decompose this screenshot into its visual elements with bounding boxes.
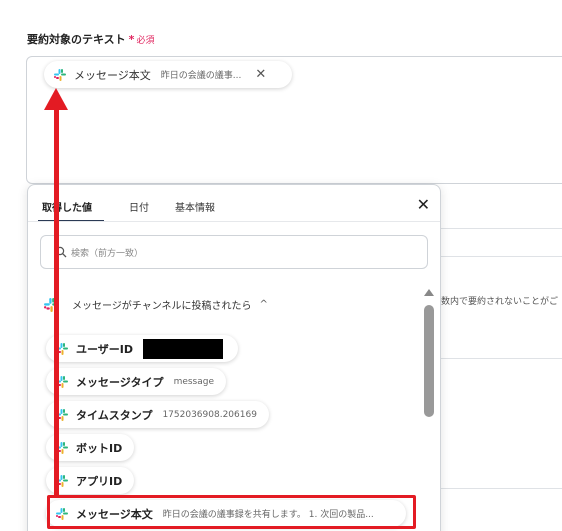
tabs-divider bbox=[28, 221, 440, 222]
value-picker-popup: 取得した値 日付 基本情報 ✕ 検索（前方一致） メッセージがチャンネルに投稿さ… bbox=[27, 184, 441, 531]
slack-icon bbox=[54, 69, 66, 81]
group-title: メッセージがチャンネルに投稿されたら bbox=[72, 301, 252, 312]
tab-date[interactable]: 日付 bbox=[129, 199, 149, 214]
item-label: ユーザーID bbox=[76, 342, 134, 356]
search-placeholder: 検索（前方一致） bbox=[71, 248, 144, 259]
scroll-thumb[interactable] bbox=[424, 305, 434, 417]
item-label: ボットID bbox=[76, 441, 123, 455]
bg-divider bbox=[441, 228, 562, 229]
popup-tabs: 取得した値 日付 基本情報 ✕ bbox=[28, 185, 440, 222]
value-item-app-id[interactable]: アプリID bbox=[46, 467, 135, 494]
field-label: 要約対象のテキスト * 必須 bbox=[27, 31, 154, 47]
field-label-text: 要約対象のテキスト bbox=[27, 33, 126, 46]
annotation-arrow-shaft bbox=[54, 108, 59, 496]
close-icon[interactable]: ✕ bbox=[255, 67, 266, 82]
bg-hint-text: 数内で要約されないことがご bbox=[441, 297, 559, 307]
tab-fetched-values[interactable]: 取得した値 bbox=[42, 199, 92, 214]
value-item-bot-id[interactable]: ボットID bbox=[46, 434, 135, 461]
scroll-up-icon[interactable] bbox=[424, 289, 434, 296]
required-text: 必須 bbox=[136, 36, 155, 46]
tab-basic-info[interactable]: 基本情報 bbox=[175, 199, 215, 214]
item-label: アプリID bbox=[76, 474, 123, 488]
item-label: メッセージタイプ bbox=[76, 375, 164, 389]
bg-divider bbox=[441, 256, 562, 257]
item-value: 1752036908.206169 bbox=[162, 409, 257, 420]
redacted-value bbox=[143, 338, 224, 359]
bg-divider bbox=[441, 358, 562, 359]
close-icon[interactable]: ✕ bbox=[417, 195, 430, 214]
value-item-message-type[interactable]: メッセージタイプ message bbox=[46, 368, 227, 395]
annotation-highlight-box bbox=[47, 495, 416, 529]
popup-scrollbar[interactable] bbox=[422, 289, 436, 531]
chevron-up-icon[interactable]: ^ bbox=[260, 299, 268, 310]
message-body-token-chip[interactable]: メッセージ本文 昨日の会議の議事... ✕ bbox=[44, 61, 292, 88]
required-star: * bbox=[128, 33, 135, 46]
chip-label: メッセージ本文 bbox=[74, 68, 151, 82]
item-value: message bbox=[173, 376, 215, 387]
value-item-user-id[interactable]: ユーザーID bbox=[46, 335, 238, 362]
value-item-timestamp[interactable]: タイムスタンプ 1752036908.206169 bbox=[46, 401, 269, 428]
chip-value: 昨日の会議の議事... bbox=[160, 71, 242, 81]
item-label: タイムスタンプ bbox=[76, 408, 153, 422]
search-input[interactable]: 検索（前方一致） bbox=[40, 235, 428, 269]
annotation-arrow-head bbox=[44, 88, 68, 110]
bg-divider bbox=[441, 488, 562, 489]
trigger-group-header[interactable]: メッセージがチャンネルに投稿されたら ^ bbox=[44, 297, 268, 312]
